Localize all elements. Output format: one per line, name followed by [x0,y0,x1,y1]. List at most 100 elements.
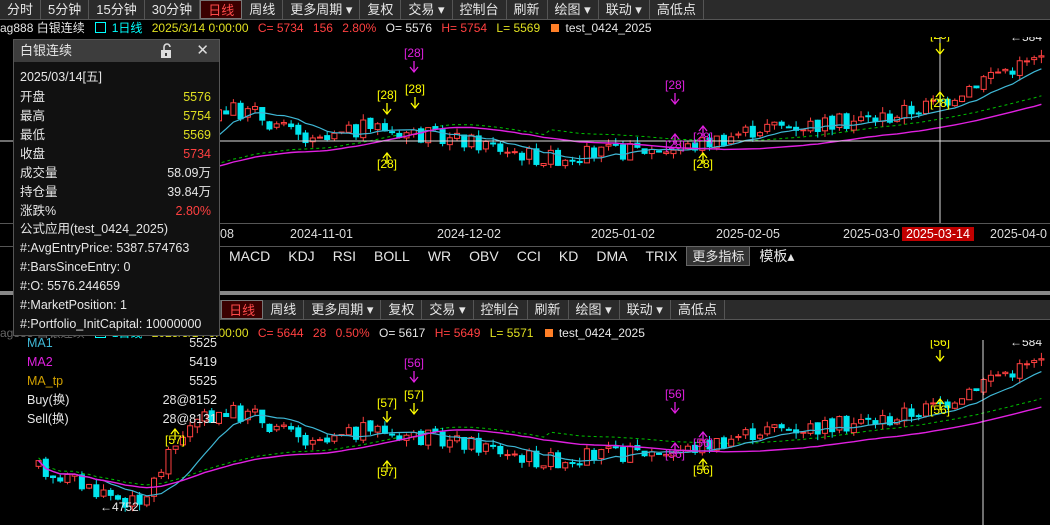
candle-body [252,408,259,413]
candle-body [757,132,764,137]
period-tab[interactable]: 复权 [381,300,423,319]
trade-marker-label: [28] [404,46,424,60]
period-tab[interactable]: 周线 [242,0,284,19]
period-tab[interactable]: 绘图 ▾ [569,300,620,319]
period-tab[interactable]: 高低点 [650,0,704,19]
indicator-tab[interactable]: DMA [587,246,636,266]
period-tab[interactable]: 控制台 [474,300,528,319]
candle-body [742,429,749,436]
candle-body [872,420,879,425]
indicator-label: MA1 [27,336,53,350]
indicator-tab[interactable]: RSI [324,246,365,266]
candle-body [425,429,432,446]
grid-toggle-icon[interactable] [94,22,106,33]
period-tab[interactable]: 刷新 [528,300,569,319]
candle-body [518,455,525,463]
period-tab[interactable]: 刷新 [507,0,548,19]
data-window-header[interactable]: 白银连续 ✕ [14,40,219,62]
candle-body [858,419,865,424]
indicator-tab[interactable]: WR [419,246,460,266]
period-tab[interactable]: 联动 ▾ [599,0,650,19]
highest-price-label: ←584 [1010,340,1042,349]
candle-body [1038,55,1045,58]
candle-body [995,71,1002,74]
period-tab[interactable]: 绘图 ▾ [548,0,599,19]
candle-body [778,424,785,429]
indicator-tab[interactable]: BOLL [365,246,419,266]
candle-body [425,127,432,144]
low-value: L= 5569 [496,21,541,35]
candle-body [1002,68,1009,72]
close-icon[interactable]: ✕ [196,40,209,62]
candle-body [785,126,792,129]
period-tab[interactable]: 日线 [221,300,264,319]
candle-body [821,419,828,434]
period-tab[interactable]: 复权 [360,0,402,19]
candle-body [230,404,237,419]
open-value: O= 5576 [385,21,433,35]
indicator-label: MA_tp [27,374,64,388]
candle-body [778,121,785,126]
candle-body [1038,358,1045,361]
candle-body [1016,363,1023,379]
high-value: H= 5754 [441,21,488,35]
candle-body [749,428,756,441]
indicator-tab[interactable]: KD [550,246,587,266]
candle-body [886,113,893,123]
indicator-tab[interactable]: CCI [508,246,550,266]
data-window-date: 2025/03/14[五] [20,68,215,86]
candle-body [987,374,994,382]
period-tab[interactable]: 日线 [200,0,243,19]
candle-body [295,427,302,438]
candle-body [865,417,872,420]
candle-body [1009,70,1016,75]
strategy-color-icon [551,24,560,32]
indicator-tab[interactable]: OBV [460,246,508,266]
indicator-value: 28@8131 [162,412,217,426]
period-tab[interactable]: 高低点 [671,300,725,319]
unlock-icon[interactable] [159,43,175,66]
candle-body [872,117,879,122]
candle-body [973,85,980,89]
bar-data-window: 白银连续 ✕ 2025/03/14[五] 开盘 5576 最高 5754 最低 5569 收… [13,39,220,336]
candle-body [331,132,338,140]
indicator-tab-bar: MACD KDJ RSI BOLL WR OBV CCI KD DMA TRIX 更多指标 模板▴ [220,246,803,266]
candle-body [158,471,165,478]
candle-body [223,110,230,115]
trade-marker-label: [57] [377,396,397,410]
symbol-name: ag888 白银连续 [0,21,85,35]
candle-body [259,409,266,424]
date-tick: 2025-01-02 [591,227,655,241]
candle-body [562,462,569,469]
indicator-row: MA1 5525 [27,334,217,353]
period-tab[interactable]: 分时 [0,0,42,19]
indicator-tab[interactable]: 更多指标 [686,246,751,266]
candle-body [720,437,727,449]
candle-body [656,150,663,153]
period-tab[interactable]: 5分钟 [41,0,90,19]
strategy-name: test_0424_2025 [558,326,645,340]
bar-date: 2025/3/14 0:00:00 [151,21,249,35]
candle-body [829,115,836,130]
period-tab[interactable]: 30分钟 [145,0,201,19]
indicator-tab[interactable]: KDJ [279,246,323,266]
row-label: 成交量 [20,166,58,180]
candle-body [57,477,64,482]
period-tab[interactable]: 周线 [263,300,305,319]
period-tab[interactable]: 更多周期 ▾ [283,0,361,19]
candle-body [829,418,836,433]
period-tab[interactable]: 交易 ▾ [401,0,453,19]
indicator-label: MA2 [27,355,53,369]
candle-body [439,431,446,447]
period-tab[interactable]: 联动 ▾ [620,300,671,319]
period-tab[interactable]: 15分钟 [89,0,145,19]
indicator-tab[interactable]: 模板▴ [750,246,803,266]
indicator-tab[interactable]: MACD [220,246,279,266]
indicator-tab[interactable]: TRIX [636,246,686,266]
period-tab[interactable]: 控制台 [453,0,507,19]
period-tab[interactable]: 更多周期 ▾ [304,300,382,319]
formula-output-row: #:O: 5576.244659 [20,279,121,293]
period-tab[interactable]: 交易 ▾ [422,300,474,319]
candle-body [922,403,929,417]
row-label: 最低 [20,128,46,142]
